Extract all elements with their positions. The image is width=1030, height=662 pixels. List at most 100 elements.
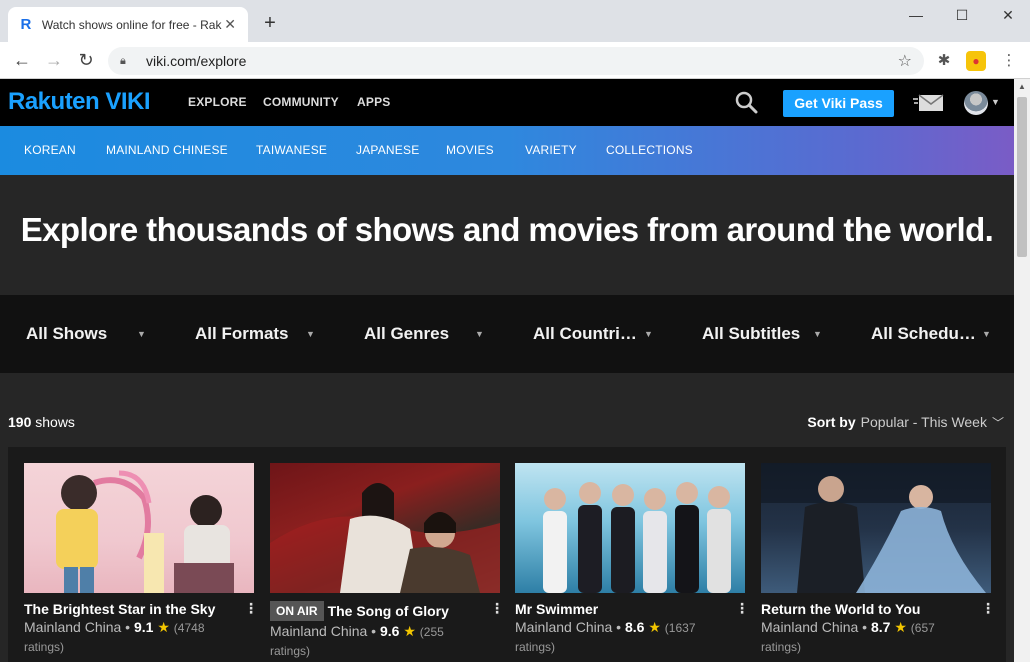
results-section: 190 shows Sort byPopular - This Week ﹀: [0, 373, 1014, 662]
page-scrollbar[interactable]: ▲: [1014, 79, 1030, 662]
show-title[interactable]: Mr Swimmer: [515, 601, 598, 617]
caret-down-icon: ▼: [813, 329, 822, 339]
viki-page: Rakuten VIKI EXPLORE COMMUNITY APPS Get …: [0, 79, 1030, 662]
category-mainland-chinese[interactable]: MAINLAND CHINESE: [106, 143, 228, 157]
explore-hero: Explore thousands of shows and movies fr…: [0, 175, 1014, 295]
nav-explore[interactable]: EXPLORE: [188, 95, 247, 109]
category-korean[interactable]: KOREAN: [24, 143, 76, 157]
star-icon: ★: [403, 623, 416, 639]
address-bar[interactable]: 🔒︎ viki.com/explore ☆: [108, 47, 924, 75]
profile-extension-icon[interactable]: ●: [966, 51, 986, 71]
star-icon: ★: [894, 619, 907, 635]
show-ratings-count: (255: [419, 625, 444, 639]
show-country: Mainland China: [270, 623, 368, 639]
thumbnail-art: [761, 463, 991, 593]
close-tab-icon[interactable]: ✕: [222, 16, 238, 33]
show-meta: Mainland China • 9.6 ★ (255: [270, 623, 444, 639]
url-text: viki.com/explore: [146, 53, 247, 69]
show-meta: Mainland China • 8.6 ★ (1637: [515, 619, 696, 635]
filter-subtitles[interactable]: All Subtitles ▼: [702, 324, 822, 346]
caret-down-icon: ▼: [306, 329, 315, 339]
caret-down-icon: ▼: [644, 329, 653, 339]
show-title[interactable]: The Brightest Star in the Sky: [24, 601, 215, 617]
back-icon[interactable]: ←: [10, 49, 34, 73]
chevron-down-icon: ﹀: [991, 416, 1004, 430]
browser-tab-strip: R Watch shows online for free - Rakuten …: [0, 0, 1030, 42]
filter-genres[interactable]: All Genres ▼: [364, 324, 484, 346]
lock-icon: 🔒︎: [120, 54, 126, 67]
more-options-icon[interactable]: ⋮: [244, 600, 258, 617]
show-card[interactable]: Return the World to You ⋮ Mainland China…: [761, 463, 995, 654]
show-card[interactable]: The Brightest Star in the Sky ⋮ Mainland…: [24, 463, 258, 654]
tab-title: Watch shows online for free - Rakuten Vi…: [41, 17, 222, 32]
show-meta: Mainland China • 9.1 ★ (4748: [24, 619, 205, 635]
nav-community[interactable]: COMMUNITY: [263, 95, 339, 109]
star-icon[interactable]: ☆: [898, 51, 912, 71]
new-tab-button[interactable]: +: [258, 12, 282, 36]
show-title: The Song of Glory: [327, 603, 449, 619]
show-card[interactable]: Mr Swimmer ⋮ Mainland China • 8.6 ★ (163…: [515, 463, 749, 654]
nav-apps[interactable]: APPS: [357, 95, 390, 109]
results-count: 190 shows: [8, 414, 75, 430]
category-variety[interactable]: VARIETY: [525, 143, 577, 157]
mail-icon[interactable]: [913, 93, 945, 113]
category-movies[interactable]: MOVIES: [446, 143, 494, 157]
show-title-row[interactable]: ON AIR The Song of Glory: [270, 601, 449, 621]
more-options-icon[interactable]: ⋮: [735, 600, 749, 617]
results-count-number: 190: [8, 414, 32, 430]
show-ratings-word: ratings): [270, 644, 311, 658]
filter-schedule[interactable]: All Schedu… ▼: [871, 324, 991, 346]
show-country: Mainland China: [515, 619, 613, 635]
browser-toolbar: ← → ↻ 🔒︎ viki.com/explore ☆ ✱ ● ⋮: [0, 42, 1030, 79]
category-japanese[interactable]: JAPANESE: [356, 143, 419, 157]
get-viki-pass-button[interactable]: Get Viki Pass: [783, 90, 894, 117]
sort-value: Popular - This Week: [860, 414, 987, 430]
category-taiwanese[interactable]: TAIWANESE: [256, 143, 327, 157]
user-avatar[interactable]: [964, 91, 988, 115]
sort-label: Sort by: [807, 414, 856, 430]
show-ratings-count: (657: [910, 621, 935, 635]
filter-countries[interactable]: All Countri… ▼: [533, 324, 653, 346]
show-rating: 8.6: [624, 619, 645, 635]
menu-icon[interactable]: ⋮: [999, 51, 1019, 71]
more-options-icon[interactable]: ⋮: [981, 600, 995, 617]
search-icon[interactable]: [734, 90, 758, 114]
reload-icon[interactable]: ↻: [74, 49, 98, 73]
caret-down-icon: ▼: [982, 329, 991, 339]
show-rating: 8.7: [870, 619, 891, 635]
show-thumbnail[interactable]: [761, 463, 991, 593]
viki-favicon-icon: R: [20, 15, 32, 33]
maximize-window-button[interactable]: ☐: [939, 4, 985, 26]
on-air-badge: ON AIR: [270, 601, 324, 621]
show-ratings-word: ratings): [761, 640, 802, 654]
rakuten-viki-logo[interactable]: Rakuten VIKI: [8, 88, 151, 116]
caret-down-icon: ▼: [137, 329, 146, 339]
category-nav: KOREAN MAINLAND CHINESE TAIWANESE JAPANE…: [0, 126, 1014, 175]
thumbnail-art: [56, 470, 234, 593]
minimize-window-button[interactable]: —: [893, 4, 939, 26]
show-thumbnail[interactable]: [24, 463, 254, 593]
browser-tab[interactable]: R Watch shows online for free - Rakuten …: [8, 7, 248, 42]
show-meta: Mainland China • 8.7 ★ (657: [761, 619, 935, 635]
category-collections[interactable]: COLLECTIONS: [606, 143, 693, 157]
sort-dropdown[interactable]: Sort by Popular - This Week ﹀: [807, 414, 1004, 431]
chevron-down-icon[interactable]: ▼: [991, 97, 1000, 107]
filter-label: All Countri…: [533, 324, 637, 343]
filter-label: All Genres: [364, 324, 450, 343]
close-window-button[interactable]: ✕: [985, 4, 1030, 26]
scroll-up-arrow-icon[interactable]: ▲: [1014, 79, 1030, 95]
filter-shows[interactable]: All Shows ▼: [26, 324, 146, 346]
show-ratings-word: ratings): [515, 640, 556, 654]
filter-label: All Shows: [26, 324, 108, 343]
puzzle-icon[interactable]: ✱: [934, 51, 954, 71]
scroll-thumb[interactable]: [1017, 97, 1027, 257]
show-thumbnail[interactable]: [515, 463, 745, 593]
star-icon: ★: [648, 619, 661, 635]
forward-icon[interactable]: →: [42, 49, 66, 73]
filter-formats[interactable]: All Formats ▼: [195, 324, 315, 346]
show-thumbnail[interactable]: [270, 463, 500, 593]
show-title[interactable]: Return the World to You: [761, 601, 920, 617]
show-card[interactable]: ON AIR The Song of Glory ⋮ Mainland China…: [270, 463, 504, 658]
more-options-icon[interactable]: ⋮: [490, 600, 504, 617]
show-country: Mainland China: [761, 619, 859, 635]
